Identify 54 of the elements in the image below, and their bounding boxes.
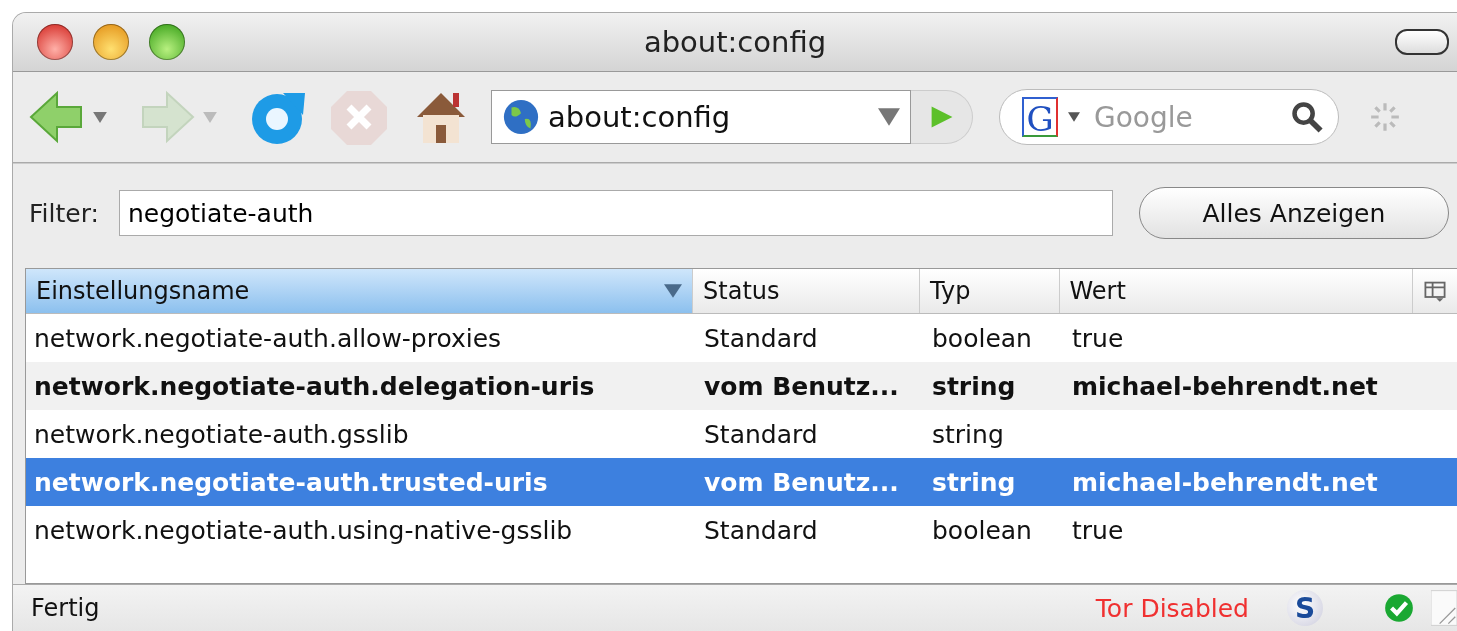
table-cell-text: Standard [703, 515, 819, 545]
globe-icon [502, 98, 540, 136]
table-cell-text: network.negotiate-auth.gsslib [33, 419, 410, 449]
table-cell-text: michael-behrendt.net [1071, 371, 1379, 401]
table-cell-text: boolean [931, 323, 1033, 353]
address-field[interactable]: about:config [491, 90, 911, 144]
column-header[interactable]: Typ [920, 269, 1060, 313]
table-cell-text: network.negotiate-auth.allow-proxies [33, 323, 503, 353]
filter-field[interactable]: negotiate-auth [118, 190, 1113, 236]
sort-arrow-icon [664, 284, 683, 298]
search-engine-icon[interactable]: G [1022, 97, 1058, 137]
table-row[interactable]: network.negotiate-auth.trusted-uris vom Benutz... string michael-behrendt.net [26, 458, 1457, 506]
zoom-button[interactable] [149, 24, 185, 60]
filter-label: Filter: [29, 198, 99, 228]
caret-icon[interactable] [1068, 112, 1080, 122]
table-cell-text: vom Benutz... [703, 467, 900, 497]
table-cell-text: michael-behrendt.net [1071, 467, 1379, 497]
throbber-icon [1369, 101, 1401, 133]
toolbar-toggle-button[interactable] [1395, 29, 1449, 55]
search-icon[interactable] [1290, 100, 1324, 134]
window-title: about:config [643, 25, 827, 59]
minimize-button[interactable] [93, 24, 129, 60]
status-text: Fertig [31, 594, 100, 622]
column-header[interactable]: Wert [1059, 269, 1413, 313]
table-row[interactable]: network.negotiate-auth.using-native-gsslib Standard boolean true [26, 506, 1457, 554]
search-field[interactable]: G Google [999, 89, 1339, 145]
address-text: about:config [548, 100, 731, 134]
table-cell-text: Standard [703, 419, 819, 449]
show-all-button[interactable]: Alles Anzeigen [1138, 187, 1449, 239]
table-cell-text: Standard [703, 323, 819, 353]
close-button[interactable] [37, 24, 73, 60]
check-icon[interactable] [1383, 592, 1415, 624]
table-cell-text: network.negotiate-auth.delegation-uris [33, 371, 596, 401]
column-header[interactable]: Einstellungsname [26, 269, 694, 313]
table-cell-text: network.negotiate-auth.using-native-gsslib [33, 515, 574, 545]
table-row[interactable]: network.negotiate-auth.allow-proxies Standard boolean true [26, 314, 1457, 362]
table-cell-text: true [1071, 323, 1125, 353]
addon-icon[interactable]: S [1287, 590, 1323, 626]
resize-grip-icon[interactable] [1431, 588, 1457, 628]
dropdown-arrow-icon[interactable] [878, 108, 900, 126]
table-cell-text: boolean [931, 515, 1033, 545]
table-cell-text: string [931, 467, 1017, 497]
column-header[interactable]: Status [693, 269, 921, 313]
table-row[interactable]: network.negotiate-auth.gsslib Standard string [26, 410, 1457, 458]
table-row[interactable]: network.negotiate-auth.delegation-uris vom Benutz... string michael-behrendt.net [26, 362, 1457, 410]
column-picker-icon[interactable] [1423, 279, 1447, 303]
table-cell-text: string [931, 419, 1005, 449]
table-cell-text: vom Benutz... [703, 371, 900, 401]
table-cell-text: true [1071, 515, 1125, 545]
table-cell-text: network.negotiate-auth.trusted-uris [33, 467, 549, 497]
go-button[interactable] [911, 90, 973, 144]
search-input[interactable]: Google [1092, 99, 1276, 135]
table-cell-text: string [931, 371, 1017, 401]
caret-icon[interactable] [93, 111, 107, 123]
